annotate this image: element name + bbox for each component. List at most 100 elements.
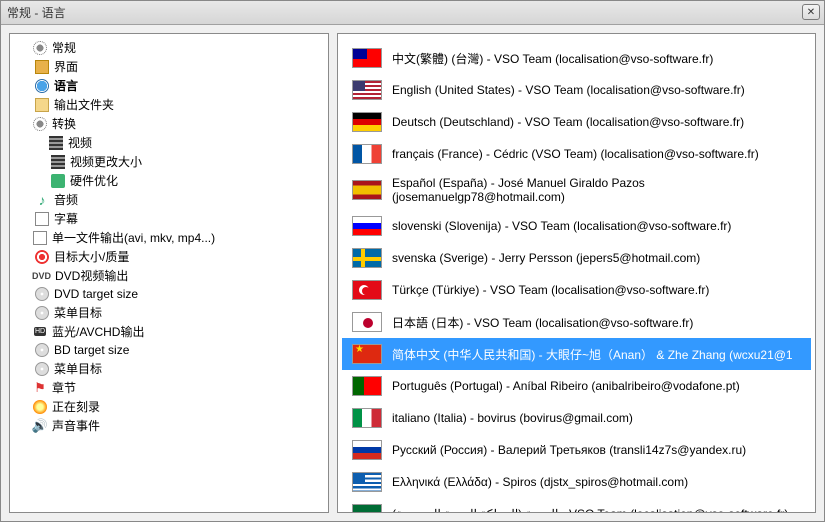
tree-general[interactable]: 常规 [16,38,326,57]
close-button[interactable]: ✕ [802,4,820,20]
language-label: 中文(繁體) (台灣) - VSO Team (localisation@vso… [392,50,713,67]
language-row[interactable]: Ελληνικά (Ελλάδα) - Spiros (djstx_spiros… [342,466,811,498]
tree-video[interactable]: 视频 [32,133,326,152]
tree-dvd-target-size[interactable]: DVD target size [32,285,326,303]
video-icon [49,136,63,150]
language-row[interactable]: العربية (المملكة العربية السعودية) - VSO… [342,498,811,513]
collapse-icon [18,119,28,129]
language-row[interactable]: 简体中文 (中华人民共和国) - 大眼仔~旭（Anan） & Zhe Zhang… [342,338,811,370]
disc-icon [35,306,49,320]
disc-icon [35,343,49,357]
burn-icon [33,400,47,414]
language-label: Türkçe (Türkiye) - VSO Team (localisatio… [392,283,709,297]
tree-interface[interactable]: 界面 [32,57,326,76]
language-row[interactable]: slovenski (Slovenija) - VSO Team (locali… [342,210,811,242]
language-row[interactable]: Türkçe (Türkiye) - VSO Team (localisatio… [342,274,811,306]
target-icon [35,250,49,264]
tree-hw-optimize[interactable]: 硬件优化 [48,171,326,190]
language-label: français (France) - Cédric (VSO Team) (l… [392,147,759,161]
language-row[interactable]: italiano (Italia) - bovirus (bovirus@gma… [342,402,811,434]
close-icon: ✕ [807,7,815,18]
language-label: Español (España) - José Manuel Giraldo P… [392,176,801,204]
resize-icon [51,155,65,169]
leaf-icon [18,383,28,393]
tree-audio[interactable]: ♪ 音频 [32,190,326,209]
tree-convert[interactable]: 转换 [16,114,326,133]
tree-sound-event[interactable]: 🔊 声音事件 [16,416,326,435]
tree-subtitle[interactable]: 字幕 [32,209,326,228]
tree-language[interactable]: 语言 [32,76,326,95]
language-row[interactable]: English (United States) - VSO Team (loca… [342,74,811,106]
collapse-icon [18,233,28,243]
language-row[interactable]: 中文(繁體) (台灣) - VSO Team (localisation@vso… [342,42,811,74]
gear-icon [33,41,47,55]
de-flag-icon [352,112,382,132]
tree-single-file-output[interactable]: 单一文件输出(avi, mkv, mp4...) [16,228,326,247]
jp-flag-icon [352,312,382,332]
collapse-icon [18,43,28,53]
pt-flag-icon [352,376,382,396]
globe-icon [35,79,49,93]
settings-window: 常规 - 语言 ✕ 常规 界 [0,0,825,522]
interface-icon [35,60,49,74]
titlebar: 常规 - 语言 ✕ [1,1,824,25]
it-flag-icon [352,408,382,428]
tree-burning[interactable]: 正在刻录 [16,397,326,416]
sa-flag-icon [352,504,382,513]
tree-video-resize[interactable]: 视频更改大小 [48,152,326,171]
language-label: italiano (Italia) - bovirus (bovirus@gma… [392,411,633,425]
tree-dvd-output[interactable]: DVD DVD视频输出 [16,266,326,285]
settings-tree: 常规 界面 语言 [12,38,326,435]
tree-menu-target-2[interactable]: 菜单目标 [32,359,326,378]
tree-menu-target[interactable]: 菜单目标 [32,303,326,322]
tree-output-folder[interactable]: 输出文件夹 [32,95,326,114]
language-row[interactable]: Русский (Россия) - Валерий Третьяков (tr… [342,434,811,466]
tree-chapter[interactable]: ⚑ 章节 [16,378,326,397]
ru-flag-icon [352,440,382,460]
speaker-icon: 🔊 [32,418,48,434]
chip-icon [51,174,65,188]
language-label: svenska (Sverige) - Jerry Persson (jeper… [392,251,700,265]
tree-target-size-quality[interactable]: 目标大小/质量 [32,247,326,266]
file-icon [33,231,47,245]
leaf-icon [18,421,28,431]
dvd-badge-icon: DVD [32,268,51,284]
language-list: 中文(繁體) (台灣) - VSO Team (localisation@vso… [342,42,811,513]
es-flag-icon [352,180,382,200]
language-row[interactable]: français (France) - Cédric (VSO Team) (l… [342,138,811,170]
flag-icon: ⚑ [34,380,46,396]
tree-bluray-output[interactable]: HD 蓝光/AVCHD输出 [16,322,326,341]
language-label: Русский (Россия) - Валерий Третьяков (tr… [392,443,746,457]
hd-badge-icon: HD [34,327,46,336]
tree-bd-target-size[interactable]: BD target size [32,341,326,359]
language-label: slovenski (Slovenija) - VSO Team (locali… [392,219,731,233]
collapse-icon [34,138,44,148]
gr-flag-icon [352,472,382,492]
language-row[interactable]: Español (España) - José Manuel Giraldo P… [342,170,811,210]
language-row[interactable]: Deutsch (Deutschland) - VSO Team (locali… [342,106,811,138]
language-label: 简体中文 (中华人民共和国) - 大眼仔~旭（Anan） & Zhe Zhang… [392,346,793,363]
language-row[interactable]: Português (Portugal) - Aníbal Ribeiro (a… [342,370,811,402]
language-label: العربية (المملكة العربية السعودية) - VSO… [392,507,788,513]
language-label: Português (Portugal) - Aníbal Ribeiro (a… [392,379,740,393]
si-flag-icon [352,216,382,236]
language-label: 日本語 (日本) - VSO Team (localisation@vso-so… [392,314,693,331]
tw-flag-icon [352,48,382,68]
disc-icon [35,362,49,376]
language-label: English (United States) - VSO Team (loca… [392,83,745,97]
fr-flag-icon [352,144,382,164]
language-row[interactable]: 日本語 (日本) - VSO Team (localisation@vso-so… [342,306,811,338]
disc-icon [35,287,49,301]
collapse-icon [18,327,28,337]
subtitle-icon [35,212,49,226]
settings-tree-panel[interactable]: 常规 界面 语言 [9,33,329,513]
tr-flag-icon [352,280,382,300]
language-list-panel[interactable]: 中文(繁體) (台灣) - VSO Team (localisation@vso… [337,33,816,513]
language-label: Deutsch (Deutschland) - VSO Team (locali… [392,115,744,129]
window-title: 常规 - 语言 [7,4,66,21]
convert-icon [33,117,47,131]
collapse-icon [18,271,28,281]
us-flag-icon [352,80,382,100]
language-row[interactable]: svenska (Sverige) - Jerry Persson (jeper… [342,242,811,274]
window-body: 常规 界面 语言 [1,25,824,521]
